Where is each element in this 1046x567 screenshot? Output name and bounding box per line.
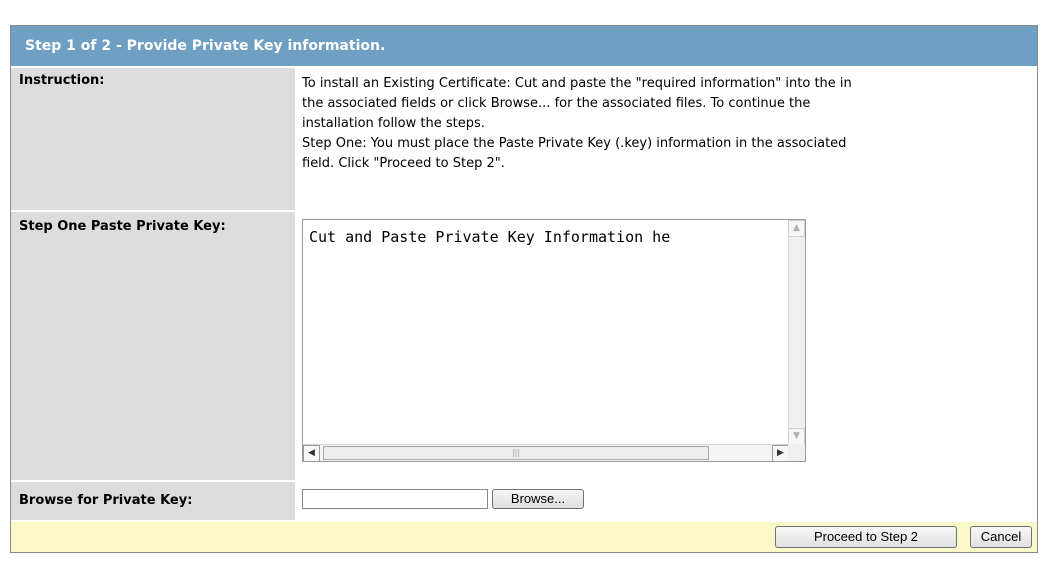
- instruction-line: To install an Existing Certificate: Cut …: [302, 76, 852, 91]
- private-key-textarea[interactable]: Cut and Paste Private Key Information he: [309, 228, 785, 440]
- step-title-bar: Step 1 of 2 - Provide Private Key inform…: [11, 26, 1037, 66]
- horizontal-scrollbar[interactable]: ◀ ||| ▶: [303, 444, 789, 462]
- browse-key-label-cell: Browse for Private Key:: [11, 482, 295, 520]
- scroll-right-arrow-icon[interactable]: ▶: [772, 445, 789, 462]
- scrollbar-corner: [788, 444, 805, 461]
- scroll-grip-icon: |||: [511, 448, 521, 457]
- scroll-down-arrow-icon[interactable]: ▼: [788, 428, 805, 445]
- instruction-line: Step One: You must place the Paste Priva…: [302, 136, 847, 151]
- private-key-file-input[interactable]: [302, 489, 488, 509]
- instruction-value-cell: To install an Existing Certificate: Cut …: [298, 68, 1037, 210]
- instruction-text: To install an Existing Certificate: Cut …: [298, 68, 1037, 174]
- paste-key-value-cell: Cut and Paste Private Key Information he…: [298, 212, 1037, 480]
- scroll-left-arrow-icon[interactable]: ◀: [303, 445, 320, 462]
- paste-key-label-cell: Step One Paste Private Key:: [11, 212, 295, 480]
- instruction-label: Instruction:: [19, 73, 105, 88]
- proceed-to-step-2-button[interactable]: Proceed to Step 2: [775, 526, 957, 548]
- instruction-line: the associated fields or click Browse...…: [302, 96, 811, 111]
- paste-key-label: Step One Paste Private Key:: [19, 219, 226, 234]
- private-key-textarea-box[interactable]: Cut and Paste Private Key Information he…: [302, 219, 806, 462]
- browse-key-value-cell: Browse...: [298, 482, 1037, 520]
- instruction-line: field. Click "Proceed to Step 2".: [302, 156, 505, 171]
- instruction-label-cell: Instruction:: [11, 68, 295, 210]
- vertical-scrollbar[interactable]: ▲ ▼: [788, 220, 805, 445]
- private-key-panel: Step 1 of 2 - Provide Private Key inform…: [10, 25, 1038, 553]
- browse-key-label: Browse for Private Key:: [19, 493, 193, 508]
- action-footer: Proceed to Step 2 Cancel: [11, 522, 1037, 552]
- horizontal-scroll-thumb[interactable]: |||: [323, 446, 709, 460]
- instruction-line: installation follow the steps.: [302, 116, 485, 131]
- scroll-up-arrow-icon[interactable]: ▲: [788, 220, 805, 237]
- browse-button[interactable]: Browse...: [492, 489, 584, 509]
- step-title: Step 1 of 2 - Provide Private Key inform…: [25, 38, 386, 54]
- cancel-button[interactable]: Cancel: [970, 526, 1032, 548]
